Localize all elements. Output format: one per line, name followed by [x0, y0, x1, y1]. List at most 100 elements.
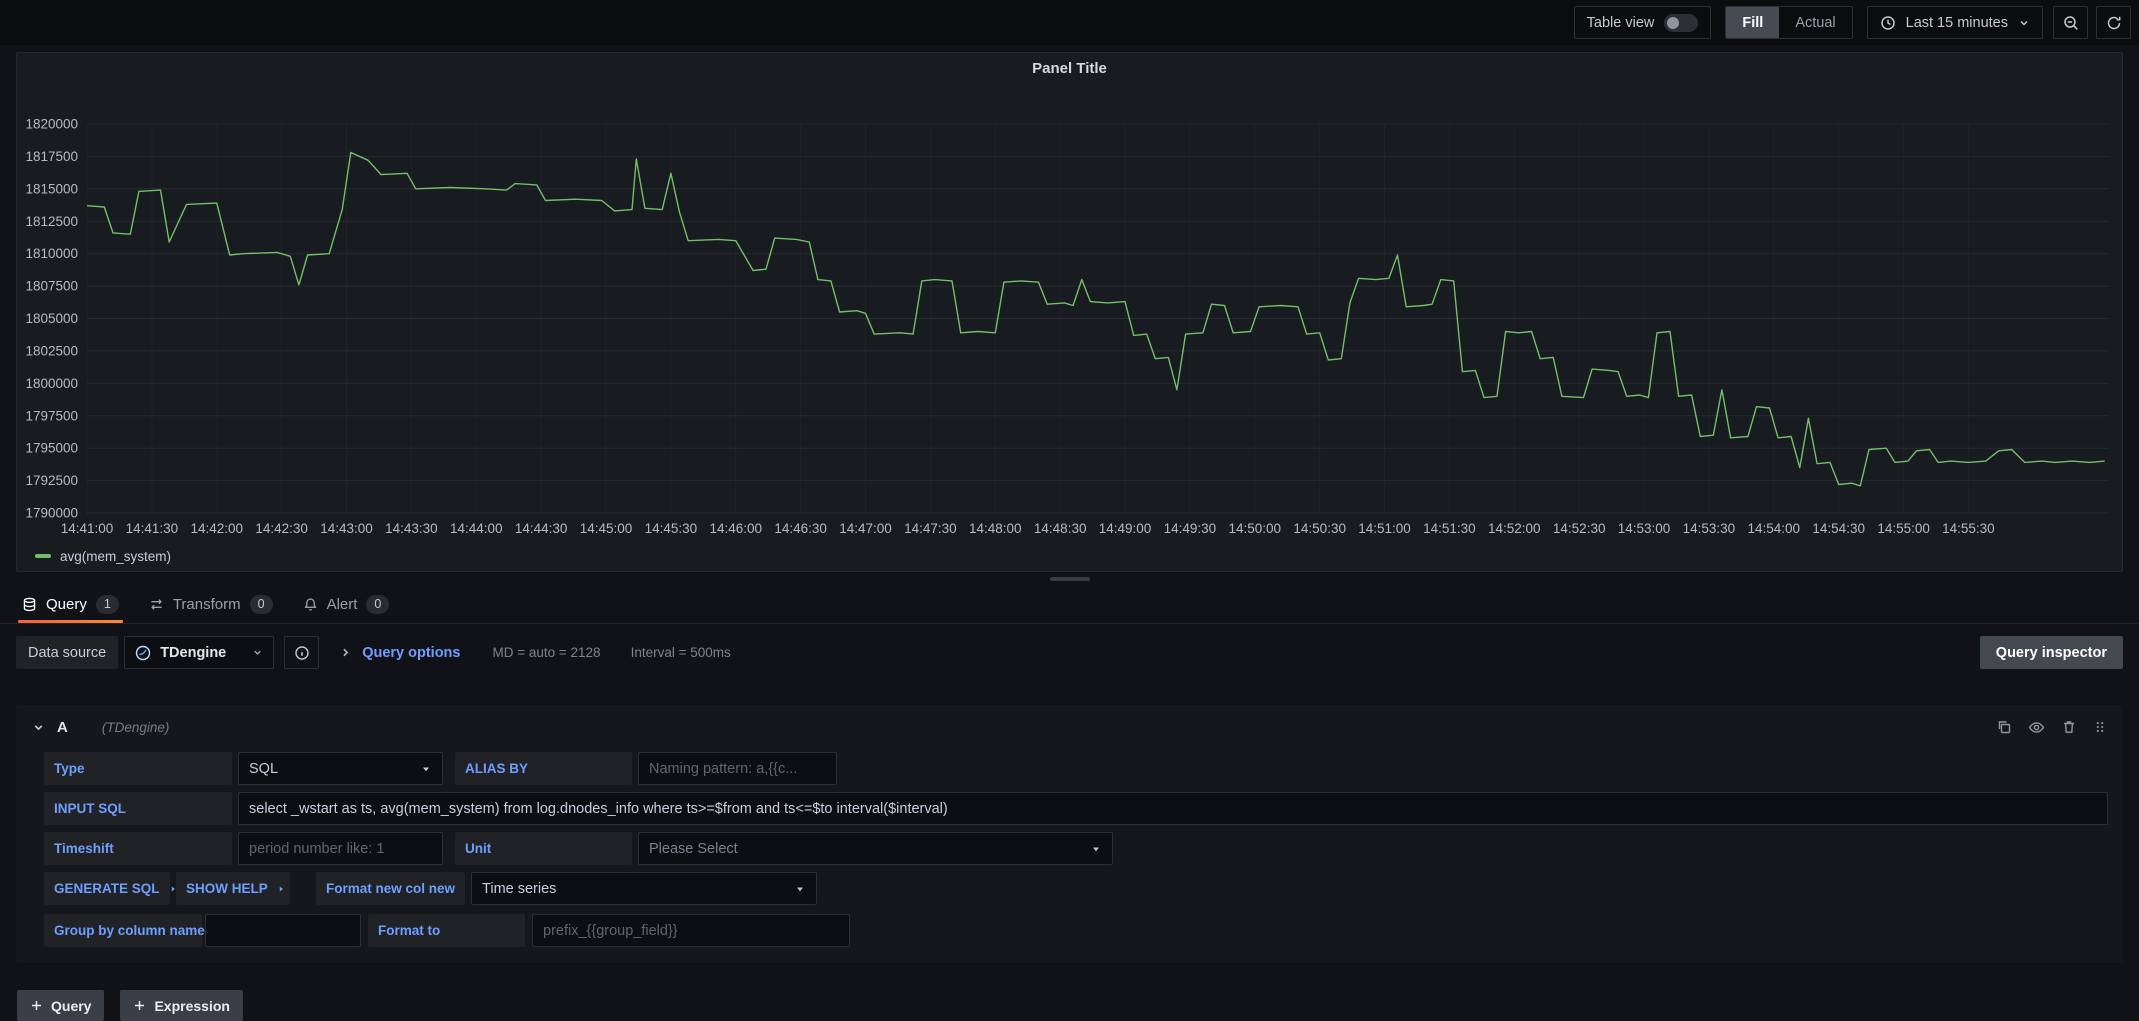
timeseries-panel: Panel Title 14:41:0014:41:3014:42:0014:4… — [16, 52, 2123, 572]
datasource-help-button[interactable] — [284, 636, 319, 669]
row-generate: GENERATE SQL SHOW HELP Format new col ne… — [44, 872, 2111, 905]
time-range-picker[interactable]: Last 15 minutes — [1867, 6, 2043, 39]
delete-query-icon[interactable] — [2061, 719, 2077, 735]
datasource-picker[interactable]: TDengine — [124, 636, 274, 669]
tab-alert[interactable]: Alert 0 — [303, 586, 390, 623]
svg-text:14:43:30: 14:43:30 — [385, 521, 438, 536]
show-help-button[interactable]: SHOW HELP — [176, 872, 290, 905]
info-icon — [294, 645, 310, 661]
svg-text:1815000: 1815000 — [25, 181, 78, 196]
svg-text:14:43:00: 14:43:00 — [320, 521, 373, 536]
svg-text:14:42:00: 14:42:00 — [191, 521, 244, 536]
timeshift-input[interactable] — [238, 832, 443, 865]
duplicate-query-icon[interactable] — [1996, 719, 2012, 735]
svg-text:14:48:30: 14:48:30 — [1034, 521, 1087, 536]
svg-text:1795000: 1795000 — [25, 441, 78, 456]
svg-text:14:55:30: 14:55:30 — [1942, 521, 1995, 536]
tab-transform[interactable]: Transform 0 — [149, 586, 273, 623]
tab-query[interactable]: Query 1 — [22, 586, 119, 623]
type-select[interactable]: SQL — [238, 752, 443, 785]
topbar: Table view Fill Actual Last 15 minutes — [0, 0, 2139, 45]
format-select-value: Time series — [482, 881, 556, 897]
tab-transform-label: Transform — [173, 596, 241, 613]
plus-icon — [133, 999, 146, 1012]
tab-query-count: 1 — [96, 595, 119, 614]
input-sql-label: INPUT SQL — [44, 792, 232, 825]
svg-text:1817500: 1817500 — [25, 149, 78, 164]
row-type: Type SQL ALIAS BY — [44, 752, 2111, 785]
refresh-icon — [2106, 15, 2122, 31]
zoom-out-icon — [2063, 15, 2079, 31]
svg-text:14:55:00: 14:55:00 — [1877, 521, 1930, 536]
group-by-input[interactable] — [205, 914, 361, 947]
add-expression-button[interactable]: Expression — [120, 990, 242, 1021]
svg-text:14:49:00: 14:49:00 — [1099, 521, 1152, 536]
add-query-label: Query — [51, 998, 91, 1014]
switch-knob — [1667, 17, 1679, 29]
table-view-toggle[interactable]: Table view — [1574, 6, 1712, 39]
panel-area: Panel Title 14:41:0014:41:3014:42:0014:4… — [0, 45, 2139, 572]
format-select[interactable]: Time series — [471, 872, 817, 905]
tab-transform-count: 0 — [250, 595, 273, 614]
svg-text:14:50:30: 14:50:30 — [1293, 521, 1346, 536]
svg-text:14:41:00: 14:41:00 — [61, 521, 114, 536]
tab-alert-count: 0 — [366, 595, 389, 614]
tab-alert-label: Alert — [327, 596, 358, 613]
svg-text:14:52:30: 14:52:30 — [1553, 521, 1606, 536]
svg-text:14:45:30: 14:45:30 — [645, 521, 698, 536]
collapse-chevron-icon[interactable] — [32, 721, 45, 734]
query-options-link[interactable]: Query options — [362, 645, 460, 661]
format-to-input[interactable] — [532, 914, 850, 947]
svg-text:14:51:00: 14:51:00 — [1358, 521, 1411, 536]
pane-resize-handle[interactable] — [0, 572, 2139, 586]
row-group-by: Group by column name(s) Format to — [44, 914, 2111, 947]
query-ref-id[interactable]: A — [57, 719, 68, 736]
svg-text:14:47:00: 14:47:00 — [839, 521, 892, 536]
svg-text:14:54:30: 14:54:30 — [1812, 521, 1865, 536]
timeseries-chart[interactable]: 14:41:0014:41:3014:42:0014:42:3014:43:00… — [17, 83, 2122, 543]
refresh-button[interactable] — [2096, 6, 2131, 39]
transform-icon — [149, 597, 164, 612]
tab-query-label: Query — [46, 596, 87, 613]
show-help-label: SHOW HELP — [186, 881, 268, 896]
svg-text:14:50:00: 14:50:00 — [1229, 521, 1282, 536]
svg-text:14:49:30: 14:49:30 — [1164, 521, 1217, 536]
row-input-sql: INPUT SQL — [44, 792, 2111, 825]
tdengine-logo-icon — [135, 645, 151, 661]
datasource-bar: Data source TDengine Query options MD = … — [0, 624, 2139, 681]
editor-tabs: Query 1 Transform 0 Alert 0 — [0, 586, 2139, 624]
drag-handle-icon[interactable] — [2093, 720, 2107, 734]
panel-title[interactable]: Panel Title — [17, 53, 2122, 83]
caret-down-icon — [794, 883, 806, 895]
hide-query-icon[interactable] — [2028, 719, 2045, 736]
type-label: Type — [44, 752, 232, 785]
max-datapoints-info: MD = auto = 2128 — [492, 645, 600, 660]
input-sql-field[interactable] — [238, 792, 2108, 825]
table-view-switch[interactable] — [1664, 14, 1698, 32]
query-header: A (TDengine) — [28, 709, 2111, 745]
legend-series-label[interactable]: avg(mem_system) — [60, 549, 171, 564]
query-editor-row: A (TDengine) Type SQL ALIAS BY INP — [16, 705, 2123, 963]
fill-button[interactable]: Fill — [1726, 7, 1779, 38]
database-icon — [22, 597, 37, 612]
zoom-out-button[interactable] — [2053, 6, 2088, 39]
unit-label: Unit — [455, 832, 632, 865]
type-select-value: SQL — [249, 761, 278, 777]
actual-button[interactable]: Actual — [1779, 7, 1851, 38]
add-query-button[interactable]: Query — [17, 990, 104, 1021]
alias-by-input[interactable] — [638, 752, 837, 785]
unit-select[interactable]: Please Select — [638, 832, 1113, 865]
query-datasource-hint: (TDengine) — [102, 720, 170, 735]
svg-text:1820000: 1820000 — [25, 117, 78, 132]
query-inspector-button[interactable]: Query inspector — [1980, 636, 2123, 669]
interval-info: Interval = 500ms — [631, 645, 731, 660]
svg-text:14:48:00: 14:48:00 — [969, 521, 1022, 536]
svg-text:1810000: 1810000 — [25, 246, 78, 261]
legend-series-marker — [35, 554, 51, 558]
generate-sql-button[interactable]: GENERATE SQL — [44, 872, 170, 905]
svg-text:1797500: 1797500 — [25, 408, 78, 423]
svg-text:14:53:00: 14:53:00 — [1618, 521, 1671, 536]
svg-text:14:45:00: 14:45:00 — [580, 521, 633, 536]
svg-text:1805000: 1805000 — [25, 311, 78, 326]
query-options-chevron-icon[interactable] — [339, 646, 352, 659]
